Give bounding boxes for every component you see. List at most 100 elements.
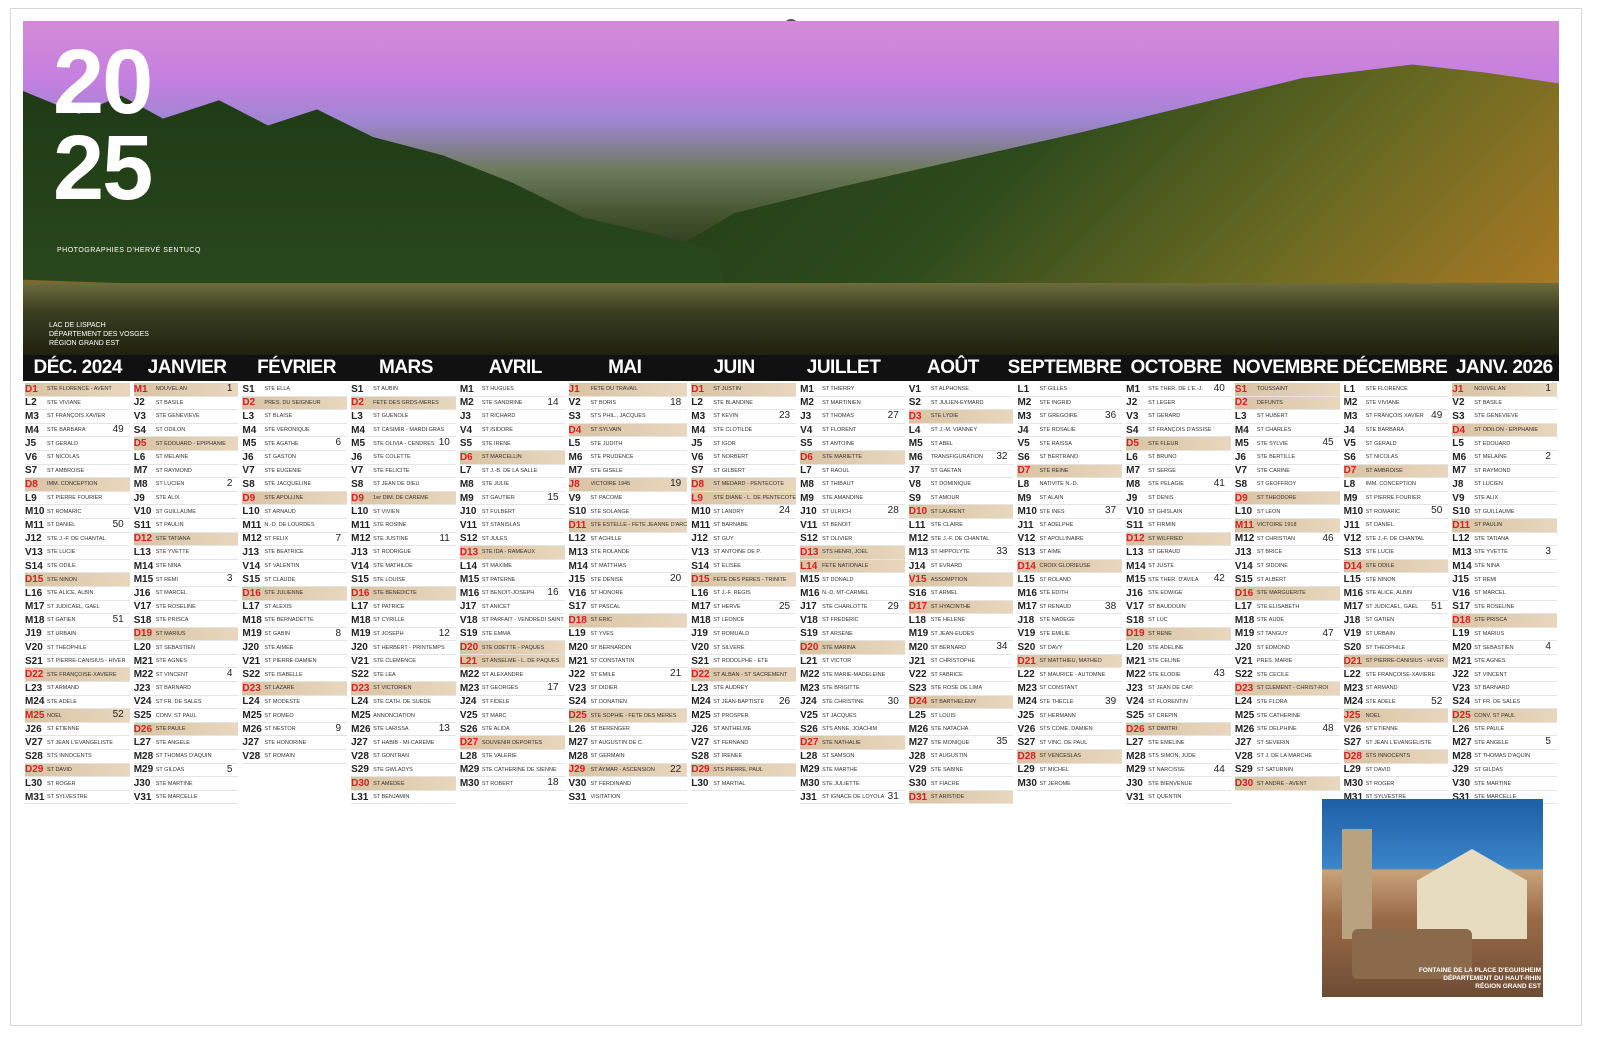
month-column: J1 FÊTE DU TRAVAIL V2 ST BORIS 18 S3 STS PHIL.… bbox=[567, 383, 690, 805]
day-label: M22 bbox=[459, 669, 480, 681]
day-row: M26 STE NATACHA bbox=[908, 723, 1014, 737]
saint-name: ST ROMARIC bbox=[47, 508, 82, 515]
day-row: J21 ST CHRISTOPHE bbox=[908, 655, 1014, 669]
saint-name: ST FIACRE bbox=[930, 780, 960, 787]
month-column: D1 ST JUSTIN L2 STE BLANDINE M3 ST KÉVIN 23 M4 S… bbox=[689, 383, 798, 793]
day-row: M30 ST JÉRÔME bbox=[1017, 777, 1123, 791]
saint-name: STS PIERRE, PAUL bbox=[713, 766, 763, 773]
day-row: L8 IMM. CONCEPTION bbox=[1343, 478, 1449, 492]
day-label: J8 bbox=[1452, 478, 1464, 490]
day-row: L20 ST SÉBASTIEN bbox=[133, 641, 239, 655]
saint-name: ST DOMINIQUE bbox=[930, 481, 972, 488]
day-row: M18 STE BERNADETTE bbox=[242, 614, 348, 628]
day-row: M1 NOUVEL AN 1 bbox=[133, 383, 239, 397]
saint-name: ST CLÉMENT - CHRIST-ROI bbox=[1256, 685, 1329, 692]
day-row: V19 ST URBAIN bbox=[1343, 628, 1449, 642]
saint-name: STE TATIANA bbox=[1474, 535, 1509, 542]
day-label: M2 bbox=[1017, 397, 1032, 409]
day-label: S6 bbox=[1343, 451, 1356, 463]
day-row: D1 STE FLORENCE - AVENT bbox=[25, 383, 130, 397]
saint-name: ST FRANÇOIS XAVIER bbox=[47, 413, 106, 420]
saint-name: ST LÉONCE bbox=[713, 617, 745, 624]
saint-name: ST SIDOINE bbox=[1256, 563, 1288, 570]
day-label: M16 bbox=[1017, 587, 1037, 599]
day-label: D10 bbox=[908, 506, 928, 518]
saint-name: STE NATHALIE bbox=[822, 739, 861, 746]
day-row: D6 STE MARIETTE bbox=[800, 450, 905, 465]
day-label: J20 bbox=[351, 642, 368, 654]
day-row: M11 N.-D. DE LOURDES bbox=[242, 519, 348, 533]
day-label: S4 bbox=[133, 424, 146, 436]
day-row: M24 STE ADÈLE bbox=[25, 696, 130, 710]
day-row: S15 ST ALBERT bbox=[1234, 573, 1340, 587]
saint-name: STE ALICE, ALBIN bbox=[1365, 590, 1413, 597]
day-label: J23 bbox=[133, 682, 151, 694]
day-label: J22 bbox=[568, 669, 586, 681]
day-row: M8 ST THIBAUT bbox=[800, 478, 905, 492]
day-label: D14 bbox=[1017, 560, 1036, 572]
week-number: 25 bbox=[778, 600, 791, 612]
day-row: D30 ST ANDRÉ - AVENT bbox=[1234, 777, 1340, 791]
day-label: V31 bbox=[133, 791, 152, 803]
day-row: M23 STE BRIGITTE bbox=[800, 682, 905, 696]
day-row: S12 ST OLIVIER bbox=[800, 533, 905, 547]
saint-name: ST BÉRENGER bbox=[590, 726, 630, 733]
day-row: J23 ST JEAN DE CAP. bbox=[1126, 682, 1231, 696]
day-label: J9 bbox=[133, 492, 145, 504]
saint-name: ST ADELPHE bbox=[1039, 522, 1074, 529]
day-row: D13 STE IDA - RAMEAUX bbox=[459, 546, 565, 560]
day-row: M21 STE AGNÈS bbox=[1452, 655, 1557, 669]
day-row: M7 ST RAYMOND bbox=[133, 465, 239, 479]
week-number: 24 bbox=[778, 505, 791, 517]
day-row: V14 ST SIDOINE bbox=[1234, 560, 1340, 574]
day-row: S8 ST JEAN DE DIEU bbox=[351, 478, 456, 492]
day-label: M26 bbox=[351, 723, 371, 735]
day-label: L5 bbox=[568, 438, 581, 450]
day-row: M7 STE GISÈLE bbox=[568, 465, 688, 479]
day-label: J18 bbox=[1017, 614, 1035, 626]
saint-name: ST BLAISE bbox=[264, 413, 293, 420]
day-label: D4 bbox=[568, 424, 582, 436]
saint-name: STE VIVIANE bbox=[1365, 399, 1400, 406]
saint-name: STE PRISCA bbox=[1474, 617, 1507, 624]
day-label: J28 bbox=[908, 750, 926, 762]
saint-name: ST LAZARE bbox=[264, 685, 295, 692]
day-row: J6 ST GASTON bbox=[242, 451, 348, 465]
saint-name: ST GUILLAUME bbox=[1474, 508, 1515, 515]
saint-name: ST RAYMOND bbox=[1474, 467, 1511, 474]
day-row: V11 ST STANISLAS bbox=[459, 519, 565, 533]
week-number: 10 bbox=[438, 437, 450, 449]
day-row: L12 ST ACHILLE bbox=[568, 533, 688, 547]
day-row: S30 ST FIACRE bbox=[908, 777, 1014, 791]
day-label: D1 bbox=[25, 383, 38, 395]
day-row: V7 STE EUGÉNIE bbox=[242, 465, 348, 479]
day-row: V31 ST QUENTIN bbox=[1126, 791, 1231, 805]
saint-name: STS CÔME, DAMIEN bbox=[1039, 726, 1093, 733]
day-row: M18 STE AUDE bbox=[1234, 614, 1340, 628]
saint-name: ST AIMÉ bbox=[1039, 549, 1062, 556]
day-row: D23 ST CLÉMENT - CHRIST-ROI bbox=[1234, 682, 1340, 696]
saint-name: ST RICHARD bbox=[481, 413, 516, 420]
day-row: M6 TRANSFIGURATION 32 bbox=[908, 451, 1014, 465]
day-label: V10 bbox=[133, 506, 152, 518]
day-row: M19 ST JOSEPH 12 bbox=[351, 628, 456, 642]
day-label: M17 bbox=[1343, 601, 1364, 613]
day-label: V7 bbox=[1234, 465, 1248, 477]
week-number: 5 bbox=[1545, 736, 1551, 748]
day-row: V8 ST DOMINIQUE bbox=[908, 478, 1014, 492]
day-label: L14 bbox=[459, 560, 478, 572]
day-label: S3 bbox=[1452, 410, 1465, 422]
day-label: V7 bbox=[242, 465, 255, 477]
day-row: J8 VICTOIRE 1945 19 bbox=[568, 478, 688, 492]
month-name: DÉC. 2024 bbox=[33, 357, 122, 378]
day-label: L5 bbox=[1452, 438, 1464, 450]
day-label: M6 bbox=[908, 451, 923, 463]
day-label: M15 bbox=[133, 574, 154, 586]
saint-name: STE AUDREY bbox=[713, 685, 749, 692]
day-row: V28 ST GONTRAN bbox=[351, 750, 456, 764]
day-label: M17 bbox=[691, 601, 711, 613]
saint-name: STE VALÉRIE bbox=[481, 753, 517, 760]
day-label: V12 bbox=[1017, 533, 1036, 545]
day-label: M17 bbox=[1017, 601, 1037, 613]
saint-name: STE JULIETTE bbox=[822, 780, 860, 787]
